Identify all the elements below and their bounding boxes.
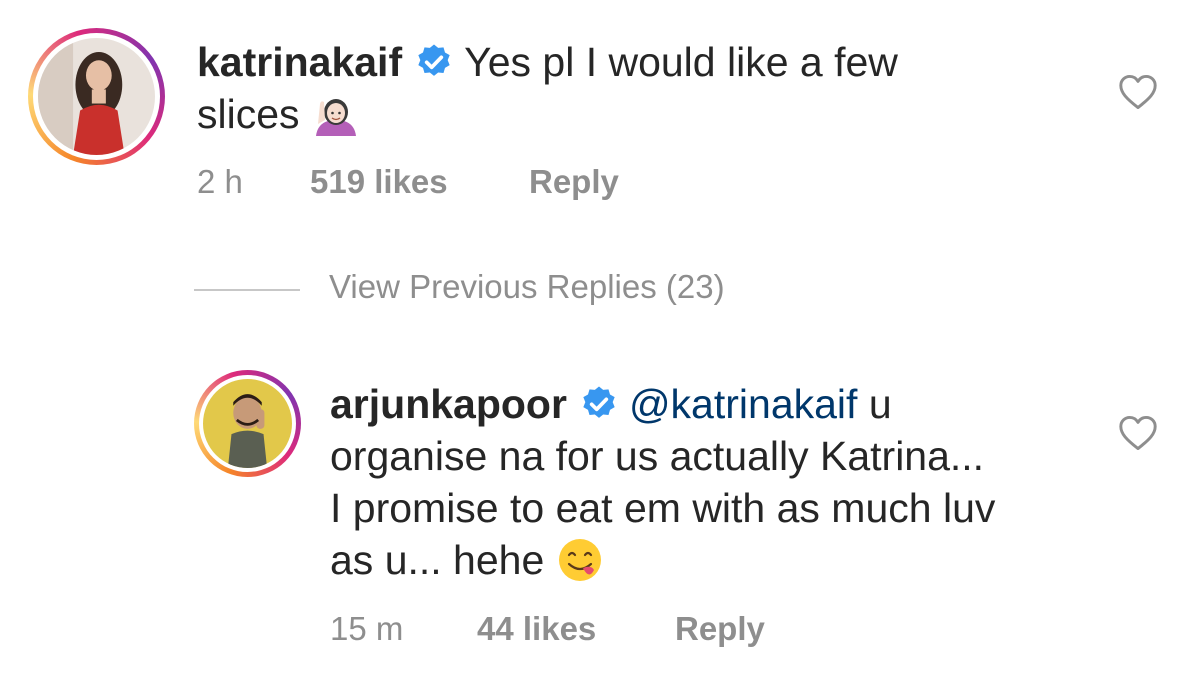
reply-button[interactable]: Reply <box>529 163 619 201</box>
reply-button[interactable]: Reply <box>675 610 765 648</box>
profile-photo-katrina <box>38 38 155 155</box>
comment-body-line3: I promise to eat em with as much luv <box>330 485 996 531</box>
view-previous-replies-label[interactable]: View Previous Replies (23) <box>329 268 725 306</box>
likes-count[interactable]: 519 likes <box>310 163 448 201</box>
raising-hand-emoji-icon <box>315 99 356 136</box>
timestamp: 15 m <box>330 610 404 647</box>
profile-photo-arjun <box>203 379 292 468</box>
view-previous-replies[interactable]: View Previous Replies (23) <box>194 268 894 312</box>
likes-count[interactable]: 44 likes <box>477 610 596 648</box>
comment-text: arjunkapoor @katrinakaif u organise na fo… <box>330 378 1090 586</box>
comment-text: katrinakaif Yes pl I would like a few sli… <box>197 36 1057 140</box>
comment-body-line2: slices <box>197 91 300 137</box>
avatar[interactable] <box>28 28 165 165</box>
heart-icon[interactable] <box>1118 74 1158 110</box>
comment-body-line2: organise na for us actually Katrina... <box>330 433 985 479</box>
divider-line <box>194 289 300 291</box>
comment-body-line1: Yes pl I would like a few <box>464 39 898 85</box>
verified-badge-icon <box>583 386 615 418</box>
timestamp: 2 h <box>197 163 243 200</box>
mention-link[interactable]: @katrinakaif <box>629 381 857 427</box>
comment-body-line1: u <box>868 381 892 427</box>
savoring-food-emoji-icon <box>559 539 602 581</box>
username[interactable]: katrinakaif <box>197 39 402 85</box>
heart-icon[interactable] <box>1118 415 1158 451</box>
username[interactable]: arjunkapoor <box>330 381 567 427</box>
comment-body-line4: as u... hehe <box>330 537 545 583</box>
avatar[interactable] <box>194 370 301 477</box>
verified-badge-icon <box>418 44 450 76</box>
